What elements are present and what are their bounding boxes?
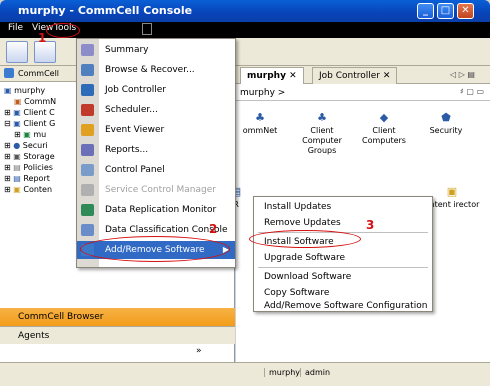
report-icon: ▤ xyxy=(13,174,24,183)
group-icon: ▣ xyxy=(13,119,24,128)
tree-item-reports[interactable]: ⊞ ▤ Report xyxy=(4,174,50,183)
storage-icon: ▣ xyxy=(13,152,24,161)
breadcrumb: murphy > ♯ ▢ ▭ xyxy=(236,85,490,101)
callout-ring-add-remove xyxy=(80,236,230,262)
server-icon: ▣ xyxy=(4,86,15,95)
add-remove-software-submenu: Install Updates Remove Updates Install S… xyxy=(253,196,433,312)
grip-icon xyxy=(142,23,152,35)
classification-icon xyxy=(81,224,94,236)
browse-icon xyxy=(81,64,94,76)
close-button[interactable]: ✕ xyxy=(457,3,474,19)
pane-controls-icon[interactable]: ♯ ▢ ▭ xyxy=(460,87,484,96)
expand-icon[interactable]: ⊞ xyxy=(4,174,13,183)
tab-job-controller[interactable]: Job Controller ✕ xyxy=(312,67,398,84)
menu-item-job-controller[interactable]: Job Controller xyxy=(77,81,235,99)
tree-item-client-groups[interactable]: ⊟ ▣ Client G xyxy=(4,119,55,128)
tree-item-client-computers[interactable]: ⊞ ▣ Client C xyxy=(4,108,55,117)
expand-icon[interactable]: ⊞ xyxy=(4,141,13,150)
submenu-upgrade-software[interactable]: Upgrade Software xyxy=(254,250,432,266)
menu-separator xyxy=(258,267,428,268)
menu-item-summary[interactable]: Summary xyxy=(77,41,235,59)
tab-murphy[interactable]: murphy ✕ xyxy=(240,67,304,84)
commcell-icon xyxy=(4,68,14,78)
security-item[interactable]: ⬟ Security xyxy=(416,112,476,136)
expand-icon[interactable]: ⊞ xyxy=(4,163,13,172)
folder-icon: ▣ xyxy=(446,185,458,198)
client-computer-groups-item[interactable]: ♣ Client Computer Groups xyxy=(292,112,352,156)
job-controller-icon xyxy=(81,84,94,96)
expand-icon[interactable]: ⊞ xyxy=(4,185,13,194)
window-title: murphy - CommCell Console xyxy=(18,4,193,17)
status-user: murphy xyxy=(264,368,300,377)
submenu-remove-updates[interactable]: Remove Updates xyxy=(254,215,432,231)
status-role: admin xyxy=(300,368,330,377)
commnet-item[interactable]: ♣ ommNet xyxy=(230,112,290,136)
tree-item-commnet[interactable]: ▣ CommN xyxy=(14,97,56,106)
event-viewer-icon xyxy=(81,124,94,136)
menu-item-control-panel[interactable]: Control Panel xyxy=(77,161,235,179)
collapse-icon[interactable]: ⊟ xyxy=(4,119,13,128)
toolbar xyxy=(0,38,490,66)
callout-number-2: 2 xyxy=(209,222,218,236)
computers-icon: ◆ xyxy=(379,111,389,124)
network-icon: ▣ xyxy=(14,97,25,106)
callout-ring-install-software xyxy=(249,230,361,248)
callout-ring-tools xyxy=(46,23,80,38)
menu-file[interactable]: File xyxy=(8,23,23,33)
expand-icon[interactable]: ⊞ xyxy=(4,108,13,117)
title-bar: murphy - CommCell Console _ □ ✕ xyxy=(0,0,490,22)
menu-item-scheduler[interactable]: Scheduler... xyxy=(77,101,235,119)
submenu-download-software[interactable]: Download Software xyxy=(254,269,432,285)
maximize-button[interactable]: □ xyxy=(437,3,454,19)
control-panel-icon xyxy=(81,164,94,176)
callout-number-1: 1 xyxy=(38,31,47,45)
computers-icon: ▣ xyxy=(13,108,24,117)
tab-strip: murphy ✕ Job Controller ✕ ◁ ▷ ▤ xyxy=(236,66,490,84)
commcell-browser-bar[interactable]: CommCell Browser xyxy=(0,308,235,326)
expand-icon[interactable]: ⊞ xyxy=(14,130,23,139)
service-icon xyxy=(81,184,94,196)
policy-icon: ▤ xyxy=(13,163,24,172)
menu-item-event-viewer[interactable]: Event Viewer xyxy=(77,121,235,139)
tree-item-mu[interactable]: ⊞ ▣ mu xyxy=(14,130,46,139)
menu-item-service-control-manager: Service Control Manager xyxy=(77,181,235,199)
reports-icon xyxy=(81,144,94,156)
agents-bar[interactable]: Agents xyxy=(0,326,235,344)
minimize-button[interactable]: _ xyxy=(417,3,434,19)
callout-number-3: 3 xyxy=(366,218,375,232)
submenu-add-remove-software-configuration[interactable]: Add/Remove Software Configuration xyxy=(254,301,432,313)
edit-icon[interactable] xyxy=(6,41,28,63)
tab-nav-icon[interactable]: ◁ ▷ ▤ xyxy=(450,70,475,79)
replication-icon xyxy=(81,204,94,216)
tree-item-storage[interactable]: ⊞ ▣ Storage xyxy=(4,152,55,161)
client-icon: ▣ xyxy=(23,130,34,139)
network-icon: ♣ xyxy=(255,111,265,124)
menu-item-reports[interactable]: Reports... xyxy=(77,141,235,159)
status-bar: murphy admin xyxy=(0,362,490,386)
scheduler-icon xyxy=(81,104,94,116)
tree-item-security[interactable]: ⊞ ● Securi xyxy=(4,141,48,150)
more-icon[interactable]: » xyxy=(196,346,202,356)
left-header-label: CommCell xyxy=(18,69,60,78)
shield-icon: ⬟ xyxy=(441,111,451,124)
group-icon: ♣ xyxy=(317,111,327,124)
summary-icon xyxy=(81,44,94,56)
tree-item-policies[interactable]: ⊞ ▤ Policies xyxy=(4,163,53,172)
menu-item-browse-recover[interactable]: Browse & Recover... xyxy=(77,61,235,79)
client-computers-item[interactable]: ◆ Client Computers xyxy=(354,112,414,146)
submenu-copy-software[interactable]: Copy Software xyxy=(254,285,432,301)
submenu-install-updates[interactable]: Install Updates xyxy=(254,199,432,215)
tab-close-icon[interactable]: ✕ xyxy=(289,71,297,81)
tree-item-content[interactable]: ⊞ ▣ Conten xyxy=(4,185,52,194)
tree-item-murphy[interactable]: ▣ murphy xyxy=(4,86,45,95)
shield-icon: ● xyxy=(13,141,23,150)
menu-item-data-replication-monitor[interactable]: Data Replication Monitor xyxy=(77,201,235,219)
folder-icon: ▣ xyxy=(13,185,24,194)
tab-close-icon[interactable]: ✕ xyxy=(383,71,391,81)
expand-icon[interactable]: ⊞ xyxy=(4,152,13,161)
